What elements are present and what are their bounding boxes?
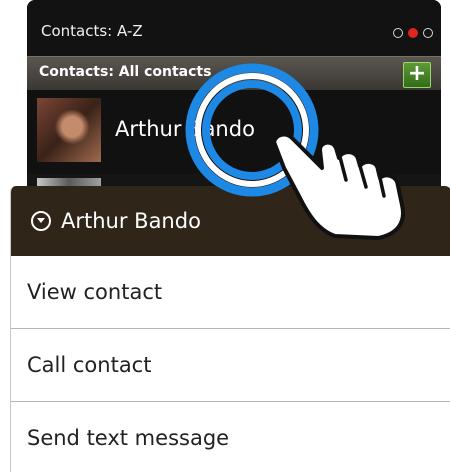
circle-chevron-down-icon	[31, 211, 51, 231]
add-contact-button[interactable]: +	[403, 62, 431, 88]
avatar	[37, 98, 101, 162]
page-dot[interactable]	[393, 28, 403, 38]
list-header-label: Contacts: All contacts	[39, 64, 212, 80]
menu-item-view-contact[interactable]: View contact	[11, 256, 450, 328]
screen-title: Contacts: A-Z	[41, 22, 143, 40]
context-menu-title: Arthur Bando	[61, 209, 201, 233]
contact-name: Arthur Bando	[115, 117, 255, 141]
phone-screen: Contacts: A-Z Contacts: All contacts + A…	[27, 0, 441, 200]
menu-item-send-text-message[interactable]: Send text message	[11, 402, 450, 474]
menu-item-label: Call contact	[27, 353, 152, 377]
context-menu-header: Arthur Bando	[10, 186, 450, 256]
contact-list-item[interactable]: Arthur Bando	[27, 90, 441, 174]
context-menu: View contact Call contact Send text mess…	[10, 256, 450, 472]
menu-item-call-contact[interactable]: Call contact	[11, 329, 450, 401]
contacts-list-header: Contacts: All contacts +	[27, 56, 441, 90]
page-indicator	[393, 28, 433, 38]
menu-item-label: Send text message	[27, 426, 230, 450]
title-bar: Contacts: A-Z	[27, 0, 441, 60]
menu-item-label: View contact	[27, 280, 163, 304]
page-dot[interactable]	[423, 28, 433, 38]
page-dot-active[interactable]	[408, 28, 418, 38]
